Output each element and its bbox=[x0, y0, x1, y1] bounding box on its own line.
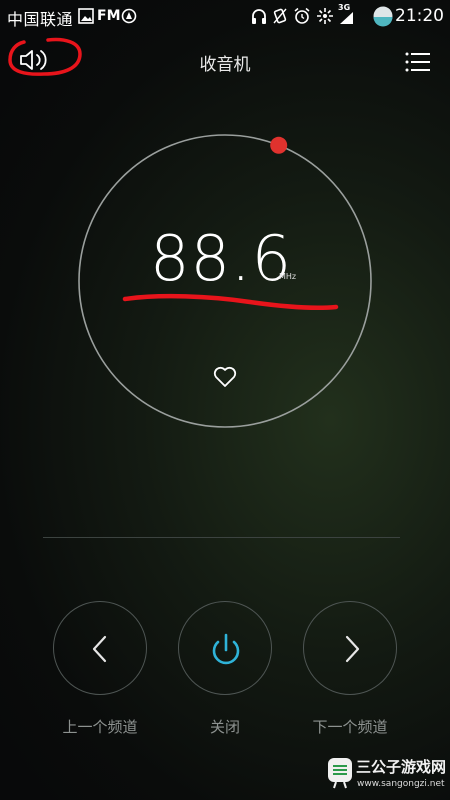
frequency-unit: MHz bbox=[279, 272, 297, 281]
tuning-knob[interactable] bbox=[270, 136, 288, 154]
status-bar: 中国联通 FM 3G 21:20 bbox=[0, 0, 450, 34]
battery-icon bbox=[373, 6, 393, 27]
next-channel-button[interactable] bbox=[303, 601, 397, 695]
frequency-display: 88.6 bbox=[150, 222, 293, 295]
menu-icon bbox=[405, 52, 430, 72]
clock: 21:20 bbox=[395, 6, 444, 26]
power-label: 关闭 bbox=[209, 718, 240, 736]
chevron-right-icon bbox=[345, 635, 360, 663]
divider bbox=[43, 537, 400, 538]
heart-icon bbox=[213, 366, 237, 387]
annotation-underline bbox=[122, 293, 339, 310]
prev-channel-button[interactable] bbox=[53, 601, 147, 695]
watermark-url: www.sangongzi.net bbox=[357, 779, 445, 789]
power-button[interactable] bbox=[178, 601, 272, 695]
watermark-logo-icon bbox=[328, 758, 352, 789]
vibrate-icon bbox=[273, 8, 287, 24]
carrier-label: 中国联通 bbox=[7, 10, 74, 29]
chevron-left-icon bbox=[92, 635, 107, 663]
headphones-icon bbox=[252, 9, 266, 24]
image-icon bbox=[78, 8, 94, 24]
alarm-icon bbox=[294, 7, 310, 24]
signal-icon bbox=[340, 12, 353, 24]
watermark-name: 三公子游戏网 bbox=[356, 758, 447, 776]
power-icon bbox=[212, 633, 240, 665]
sync-icon bbox=[121, 8, 137, 24]
next-channel-label: 下一个频道 bbox=[312, 718, 388, 736]
fm-indicator: FM bbox=[97, 8, 121, 24]
data-sync-icon bbox=[317, 8, 333, 24]
menu-button[interactable] bbox=[398, 46, 438, 78]
favorite-button[interactable] bbox=[208, 362, 242, 392]
annotation-circle bbox=[8, 37, 82, 76]
prev-channel-label: 上一个频道 bbox=[62, 718, 138, 736]
